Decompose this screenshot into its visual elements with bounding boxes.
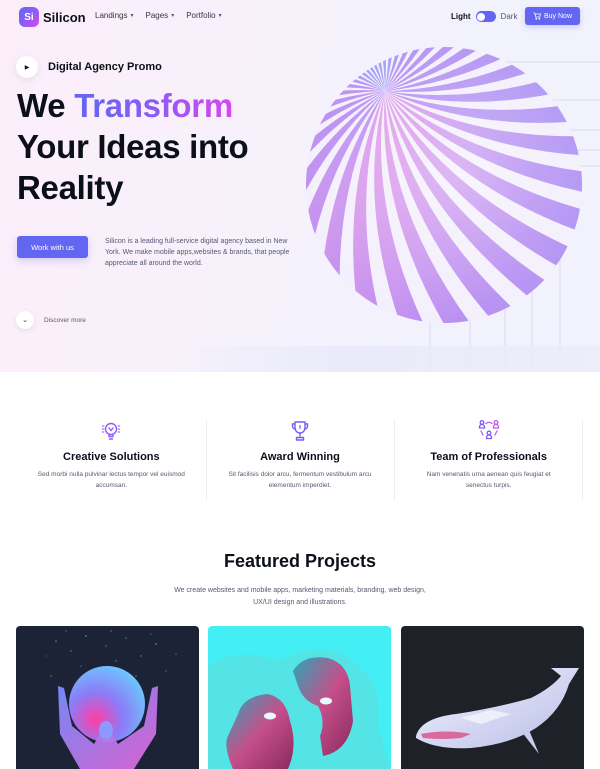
hero-title-line3: Reality (17, 169, 124, 206)
hero-title-accent: Transform (74, 87, 233, 124)
feature-card: Creative Solutions Sed morbi nulla pulvi… (17, 419, 206, 501)
featured-projects-title: Featured Projects (223, 551, 377, 571)
trophy-icon (206, 419, 395, 443)
lightbulb-icon (17, 419, 206, 443)
featured-projects-subtitle: We create websites and mobile apps, mark… (174, 587, 426, 606)
feature-description: Sed morbi nulla pulvinar lectus tempor v… (37, 471, 185, 489)
feature-card: Award Winning Sit facilisis dolor arcu, … (205, 419, 395, 501)
buy-now-button[interactable]: Buy Now (525, 7, 580, 25)
theme-label-dark: Dark (500, 12, 518, 21)
sphere-highlight (306, 47, 582, 323)
toggle-knob (477, 12, 486, 21)
theme-label-light: Light (451, 12, 471, 21)
hero-title-plain: We (17, 87, 75, 124)
nav-item-landings[interactable]: Landings ▾ (95, 11, 134, 20)
promo-video-link[interactable]: ▶ Digital Agency Promo (16, 56, 162, 78)
hero-title-line2: Your Ideas into (17, 128, 249, 165)
nav-item-label: Pages (145, 11, 169, 20)
figure-with-moon-image (16, 626, 199, 769)
feature-title: Team of Professionals (430, 451, 547, 463)
chevron-down-icon: ▾ (171, 13, 175, 19)
play-icon: ▶ (24, 64, 30, 71)
feature-title: Creative Solutions (63, 451, 160, 463)
discover-more-link[interactable]: ⌄ Discover more (16, 311, 86, 329)
theme-toggle[interactable] (475, 11, 496, 22)
discover-more-label: Discover more (44, 316, 86, 324)
projects-grid (16, 626, 584, 769)
hero-bottom-band (170, 346, 600, 372)
discover-more-button[interactable]: ⌄ (16, 311, 34, 329)
chevron-down-icon: ⌄ (22, 317, 28, 324)
chevron-down-icon: ▾ (130, 13, 134, 19)
logo-mark-icon: Si (19, 7, 39, 27)
buy-now-label: Buy Now (543, 12, 572, 20)
chevron-down-icon: ▾ (218, 13, 222, 19)
brand-logo[interactable]: Si Silicon (19, 7, 86, 27)
play-button[interactable]: ▶ (16, 56, 38, 78)
feature-description: Sit facilisis dolor arcu, fermentum vest… (228, 471, 372, 489)
theme-switcher: Light Dark (451, 11, 517, 22)
project-card-fragmented-faces[interactable] (208, 626, 391, 769)
hero-title: We Transform Your Ideas into Reality (17, 85, 249, 208)
nav-item-label: Landings (95, 11, 128, 20)
main-nav: Landings ▾ Pages ▾ Portfolio ▾ (95, 11, 222, 20)
nav-item-label: Portfolio (186, 11, 216, 20)
logo-text: Silicon (43, 9, 86, 25)
team-icon (394, 419, 583, 443)
nav-item-portfolio[interactable]: Portfolio ▾ (186, 11, 221, 20)
features-section: Creative Solutions Sed morbi nulla pulvi… (17, 419, 583, 501)
striped-sphere-illustration (305, 46, 583, 324)
feature-card: Team of Professionals Nam venenatis urna… (394, 419, 583, 501)
feature-description: Nam venenatis urna aenean quis feugiat e… (426, 471, 551, 489)
hero-description: Silicon is a leading full-service digita… (105, 238, 290, 267)
nav-item-pages[interactable]: Pages ▾ (146, 11, 175, 20)
project-card-lowpoly-whale[interactable] (401, 626, 584, 769)
fragmented-faces-image (208, 626, 391, 769)
work-with-us-button[interactable]: Work with us (17, 236, 88, 258)
cart-icon (533, 12, 541, 20)
project-card-figure-with-moon[interactable] (16, 626, 199, 769)
feature-title: Award Winning (260, 451, 340, 463)
lowpoly-whale-image (401, 626, 584, 769)
navbar: Si Silicon Landings ▾ Pages ▾ Portfolio … (0, 0, 600, 34)
promo-label: Digital Agency Promo (48, 61, 162, 73)
